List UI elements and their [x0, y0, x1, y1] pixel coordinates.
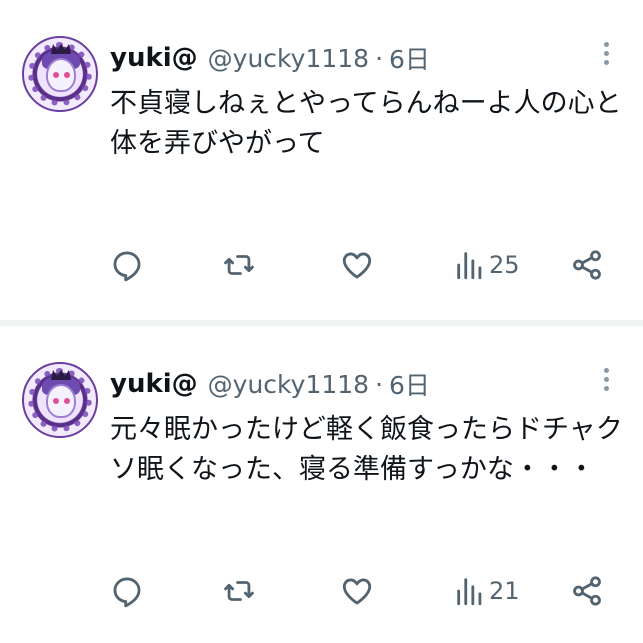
like-button[interactable] — [340, 566, 374, 616]
tweet-text-line: 不貞寝しねぇとやってらんねーよ人の心と — [110, 88, 622, 119]
avatar-eye — [53, 72, 59, 78]
share-icon — [573, 250, 601, 280]
avatar[interactable] — [22, 362, 98, 438]
reply-button[interactable] — [110, 240, 144, 290]
views-button[interactable]: 21 — [453, 566, 520, 616]
tweet[interactable]: yuki@ @yucky1118 · 6日 不貞寝しねぇとやってらんねーよ人の心… — [0, 0, 643, 320]
reply-icon — [113, 251, 141, 282]
avatar-crown — [51, 44, 71, 54]
views-count: 21 — [489, 577, 520, 605]
tweet-text-line: 体を弄びやがって — [110, 128, 325, 159]
tweet[interactable]: yuki@ @yucky1118 · 6日 元々眠かったけど軽く飯食ったらドチャ… — [0, 326, 643, 643]
reply-button[interactable] — [110, 566, 144, 616]
avatar-eye — [64, 72, 70, 78]
display-name[interactable]: yuki@ — [110, 43, 198, 73]
avatar-eye — [64, 398, 70, 404]
like-icon — [342, 578, 372, 605]
views-count: 25 — [489, 251, 520, 279]
reply-icon — [113, 577, 141, 608]
tweet-header: yuki@ @yucky1118 · 6日 — [110, 364, 430, 404]
tweet-text: 不貞寝しねぇとやってらんねーよ人の心と 体を弄びやがって — [110, 84, 630, 164]
views-icon — [457, 578, 482, 606]
tweet-text: 元々眠かったけど軽く飯食ったらドチャク ソ眠くなった、寝る準備すっかな・・・ — [110, 410, 630, 490]
separator: · — [375, 369, 384, 399]
user-handle[interactable]: @yucky1118 — [208, 44, 369, 73]
share-icon — [573, 576, 601, 606]
action-bar: 21 — [110, 566, 620, 616]
avatar-face — [46, 384, 76, 418]
like-button[interactable] — [340, 240, 374, 290]
avatar-crown — [51, 370, 71, 380]
more-icon[interactable] — [599, 38, 613, 78]
share-button[interactable] — [570, 566, 604, 616]
separator: · — [375, 43, 384, 73]
like-icon — [342, 252, 372, 279]
retweet-icon — [224, 255, 254, 275]
retweet-button[interactable] — [222, 240, 256, 290]
retweet-button[interactable] — [222, 566, 256, 616]
views-button[interactable]: 25 — [453, 240, 520, 290]
avatar-eye — [53, 398, 59, 404]
tweet-header: yuki@ @yucky1118 · 6日 — [110, 38, 430, 78]
tweet-text-line: 元々眠かったけど軽く飯食ったらドチャク — [110, 414, 623, 445]
action-bar: 25 — [110, 240, 620, 290]
display-name[interactable]: yuki@ — [110, 369, 198, 399]
timestamp[interactable]: 6日 — [389, 366, 430, 402]
more-icon[interactable] — [599, 364, 613, 404]
avatar-face — [46, 58, 76, 92]
timestamp[interactable]: 6日 — [389, 40, 430, 76]
views-icon — [457, 252, 482, 280]
tweet-text-line: ソ眠くなった、寝る準備すっかな・・・ — [110, 454, 595, 485]
avatar[interactable] — [22, 36, 98, 112]
share-button[interactable] — [570, 240, 604, 290]
user-handle[interactable]: @yucky1118 — [208, 370, 369, 399]
retweet-icon — [224, 581, 254, 601]
